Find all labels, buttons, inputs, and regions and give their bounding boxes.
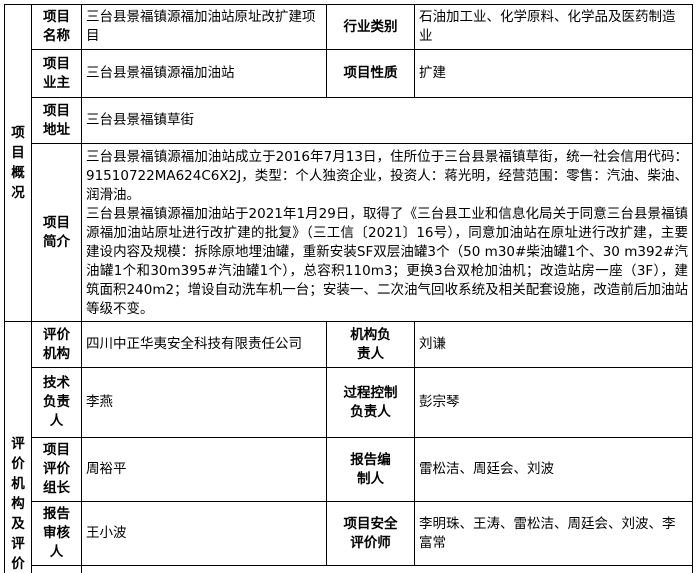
label-safety-assessors: 项目安全评价师: [327, 502, 415, 566]
label-agency-head: 机构负责人: [327, 322, 415, 368]
intro-paragraph: 三台县景福镇源福加油站于2021年1月29日，取得了《三台县工业和信息化局关于同…: [86, 206, 688, 317]
value-report-reviewer: 王小波: [82, 502, 327, 566]
label-tech-head: 技术负责人: [32, 368, 82, 438]
section-label-evaluation: 评价机构及评价: [4, 322, 32, 573]
label-eval-team-leader: 项目评价组长: [32, 438, 82, 502]
value-tech-head: 李燕: [82, 368, 327, 438]
value-report-author: 雷松洁、周廷会、刘波: [415, 438, 693, 502]
label-project-address: 项目地址: [32, 98, 82, 144]
value-process-control-head: 彭宗琴: [415, 368, 693, 438]
label-eval-agency: 评价机构: [32, 322, 82, 368]
value-project-intro: 三台县景福镇源福加油站成立于2016年7月13日，住所位于三台县景福镇草街，统一…: [82, 144, 693, 322]
value-project-address: 三台县景福镇草街: [82, 98, 693, 144]
value-eval-agency: 四川中正华夷安全科技有限责任公司: [82, 322, 327, 368]
value-safety-assessors: 李明珠、王涛、雷松洁、周廷会、刘波、李富常: [415, 502, 693, 566]
label-project-owner: 项目业主: [32, 50, 82, 98]
section-label-evaluation-text: 评价机构及评价: [11, 436, 25, 572]
label-process-control-head: 过程控制负责人: [327, 368, 415, 438]
label-project-nature: 项目性质: [327, 50, 415, 98]
label-report-author: 报告编制人: [327, 438, 415, 502]
label-project-name: 项目名称: [32, 4, 82, 50]
value-project-owner: 三台县景福镇源福加油站: [82, 50, 327, 98]
intro-paragraph: 三台县景福镇源福加油站成立于2016年7月13日，住所位于三台县景福镇草街，统一…: [86, 149, 688, 203]
table-row-cutoff: [32, 566, 82, 573]
section-label-overview: 项目概况: [4, 4, 32, 322]
table-row-cutoff: [82, 566, 693, 573]
value-eval-team-leader: 周裕平: [82, 438, 327, 502]
value-industry: 石油加工业、化学原料、化学品及医药制造业: [415, 4, 693, 50]
value-project-name: 三台县景福镇源福加油站原址改扩建项目: [82, 4, 327, 50]
label-industry: 行业类别: [327, 4, 415, 50]
value-project-nature: 扩建: [415, 50, 693, 98]
label-project-intro: 项目简介: [32, 144, 82, 322]
value-agency-head: 刘谦: [415, 322, 693, 368]
project-info-table: 项目概况 项目名称 三台县景福镇源福加油站原址改扩建项目 行业类别 石油加工业、…: [0, 0, 697, 573]
section-label-overview-text: 项目概况: [11, 125, 25, 201]
label-report-reviewer: 报告审核人: [32, 502, 82, 566]
